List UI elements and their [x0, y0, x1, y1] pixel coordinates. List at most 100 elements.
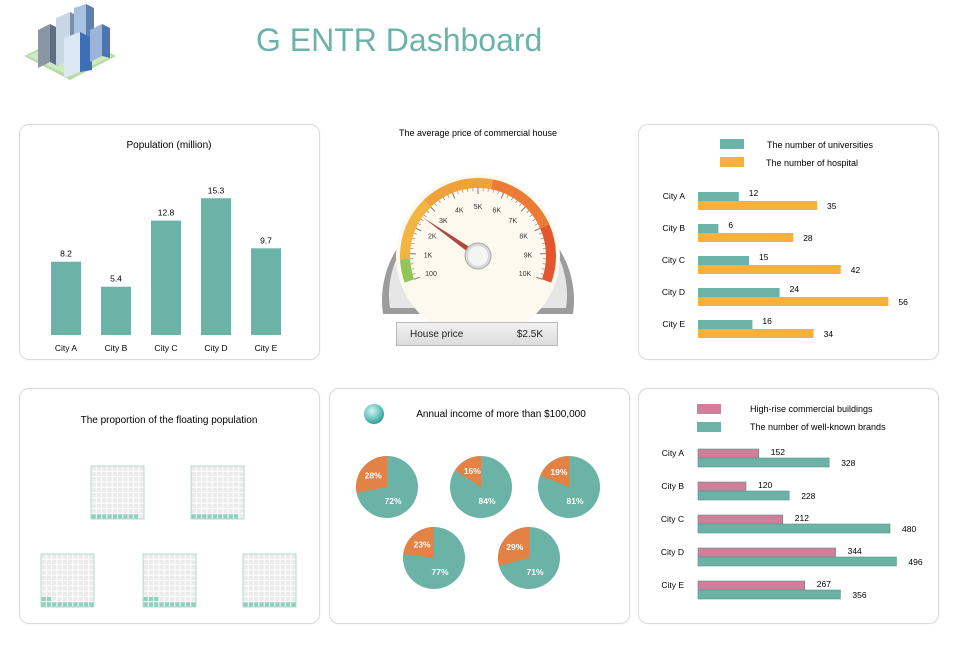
- waffle-cell: [118, 482, 123, 487]
- series-bar: [698, 297, 889, 306]
- universities-chart: The number of universities The number of…: [662, 139, 908, 339]
- house-price-value: $2.5K: [516, 329, 543, 340]
- waffle-cell: [102, 487, 107, 492]
- waffle-cell: [254, 586, 259, 591]
- gauge-tick-label: 5K: [474, 204, 483, 211]
- waffle-cell: [243, 559, 248, 565]
- waffle-cell: [164, 565, 169, 570]
- waffle-cell: [285, 565, 291, 570]
- waffle-cell: [264, 586, 269, 591]
- population-value-label: 15.3: [208, 185, 225, 195]
- waffle-cell: [218, 503, 223, 508]
- waffle-cell: [248, 586, 254, 591]
- waffle-cell: [73, 602, 78, 607]
- waffle-cell: [154, 581, 159, 586]
- waffle-cell: [259, 559, 264, 565]
- waffle-cell: [46, 586, 52, 591]
- waffle-cell: [207, 487, 212, 492]
- waffle-cell: [233, 482, 239, 487]
- waffle-cell: [239, 477, 244, 482]
- waffle-cell: [239, 471, 244, 477]
- waffle-cell: [259, 570, 264, 575]
- waffle-cell: [83, 565, 89, 570]
- waffle-cell: [164, 575, 169, 580]
- series-value-label: 16: [762, 316, 772, 326]
- waffle-cell: [180, 554, 185, 559]
- waffle-cell: [164, 559, 169, 565]
- population-value-label: 8.2: [60, 249, 72, 259]
- waffle-cell: [112, 477, 117, 482]
- waffle-cell: [243, 581, 248, 586]
- waffle-cell: [112, 487, 117, 492]
- series-bar: [697, 514, 784, 525]
- waffle-cell: [52, 596, 57, 602]
- waffle-cell: [264, 602, 269, 607]
- waffle-cell: [123, 498, 128, 503]
- waffle-cell: [180, 596, 185, 602]
- waffle-cell: [243, 565, 248, 570]
- waffle-cell: [139, 498, 144, 503]
- hospital-legend-swatch: [720, 157, 744, 167]
- waffle-cell: [164, 596, 169, 602]
- waffle-cell: [57, 565, 62, 570]
- waffle-cell: [191, 554, 196, 559]
- waffle-cell: [62, 581, 67, 586]
- waffle-cell: [107, 508, 112, 514]
- waffle-cell: [212, 471, 217, 477]
- waffle-cell: [207, 477, 212, 482]
- waffle-cell: [233, 503, 239, 508]
- waffle-cell: [191, 586, 196, 591]
- waffle-cell: [133, 514, 139, 519]
- teal-sphere-icon: [364, 404, 384, 424]
- waffle-cell: [112, 471, 117, 477]
- waffle-cell: [275, 581, 280, 586]
- waffle-cell: [196, 482, 202, 487]
- waffle-cell: [164, 581, 169, 586]
- waffle-cell: [196, 498, 202, 503]
- waffle-cell: [291, 602, 296, 607]
- waffle-cell: [259, 575, 264, 580]
- gauge-tick-label: 9K: [524, 252, 533, 259]
- house-price-label: House price: [410, 329, 464, 340]
- city-label: City C: [661, 514, 684, 524]
- universities-legend-swatch: [720, 139, 744, 149]
- waffle-cell: [270, 586, 275, 591]
- waffle-cell: [275, 591, 280, 596]
- waffle-cell: [128, 498, 133, 503]
- waffle-cell: [254, 591, 259, 596]
- waffle-cell: [185, 559, 191, 565]
- waffle-cell: [118, 477, 123, 482]
- series-value-label: 267: [817, 579, 831, 589]
- waffle-cell: [207, 498, 212, 503]
- waffle-cell: [78, 596, 83, 602]
- waffle-cell: [243, 596, 248, 602]
- waffle-cell: [223, 493, 228, 498]
- waffle-cell: [57, 575, 62, 580]
- gauge-tick-label: 1K: [424, 252, 433, 259]
- waffle-cell: [83, 586, 89, 591]
- waffle-cell: [264, 570, 269, 575]
- series-bar: [697, 589, 841, 600]
- waffle-cell: [68, 591, 73, 596]
- waffle-cell: [228, 493, 233, 498]
- waffle-cell: [68, 565, 73, 570]
- waffle-cell: [148, 602, 154, 607]
- waffle-cell: [239, 482, 244, 487]
- waffle-cell: [107, 471, 112, 477]
- waffle-cell: [143, 554, 148, 559]
- series-bar: [697, 547, 836, 558]
- waffle-cell: [154, 565, 159, 570]
- waffle-cell: [133, 471, 139, 477]
- waffle-cell: [91, 477, 96, 482]
- waffle-cell: [57, 554, 62, 559]
- waffle-cell: [218, 514, 223, 519]
- waffle-cell: [223, 503, 228, 508]
- waffle-cell: [196, 466, 202, 471]
- waffle-cell: [68, 559, 73, 565]
- series-bar: [698, 192, 739, 201]
- waffle-cell: [159, 602, 164, 607]
- waffle-cell: [228, 466, 233, 471]
- waffle-cell: [180, 586, 185, 591]
- waffle-cell: [148, 586, 154, 591]
- waffle-cell: [185, 575, 191, 580]
